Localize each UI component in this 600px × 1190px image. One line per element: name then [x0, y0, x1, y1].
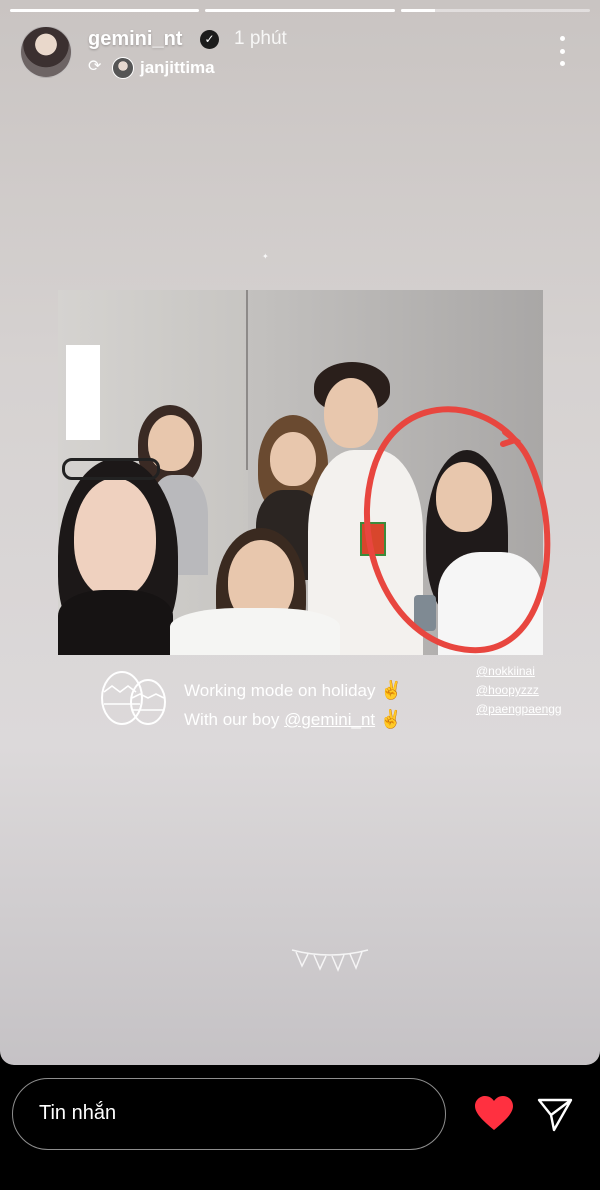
message-input[interactable]: Tin nhắn: [12, 1078, 446, 1150]
story-caption: Working mode on holiday ✌️ With our boy …: [184, 676, 403, 734]
caption-line-2: With our boy @gemini_nt ✌️: [184, 709, 403, 729]
bunting-icon: [291, 949, 369, 972]
tag-mention[interactable]: @paengpaengg: [476, 700, 562, 719]
more-icon[interactable]: [552, 36, 572, 66]
progress-segment: [400, 9, 590, 12]
easter-egg-icon: [101, 671, 166, 725]
story-photo: [58, 290, 543, 655]
verified-badge-icon: ✓: [200, 30, 219, 49]
reposted-username[interactable]: janjittima: [140, 58, 215, 78]
tag-mention[interactable]: @nokkiinai: [476, 662, 562, 681]
progress-segment: [205, 9, 395, 12]
send-icon[interactable]: [536, 1096, 574, 1134]
story-progress: [10, 9, 590, 12]
repost-icon: ⟳: [88, 58, 102, 75]
tag-list: @nokkiinai @hoopyzzz @paengpaengg: [476, 662, 562, 719]
progress-segment: [10, 9, 200, 12]
tag-mention[interactable]: @hoopyzzz: [476, 681, 562, 700]
reposted-avatar[interactable]: [112, 57, 134, 79]
story-frame[interactable]: gemini_nt ✓ 1 phút ⟳ janjittima ✦ ✦: [0, 0, 600, 1065]
caption-line-1: Working mode on holiday ✌️: [184, 680, 403, 700]
sparkle-icon: ✦: [262, 252, 269, 261]
username[interactable]: gemini_nt: [88, 28, 182, 51]
avatar[interactable]: [20, 26, 72, 78]
heart-icon[interactable]: [474, 1096, 514, 1132]
timestamp: 1 phút: [234, 28, 287, 49]
mention-link[interactable]: @gemini_nt: [284, 710, 375, 729]
